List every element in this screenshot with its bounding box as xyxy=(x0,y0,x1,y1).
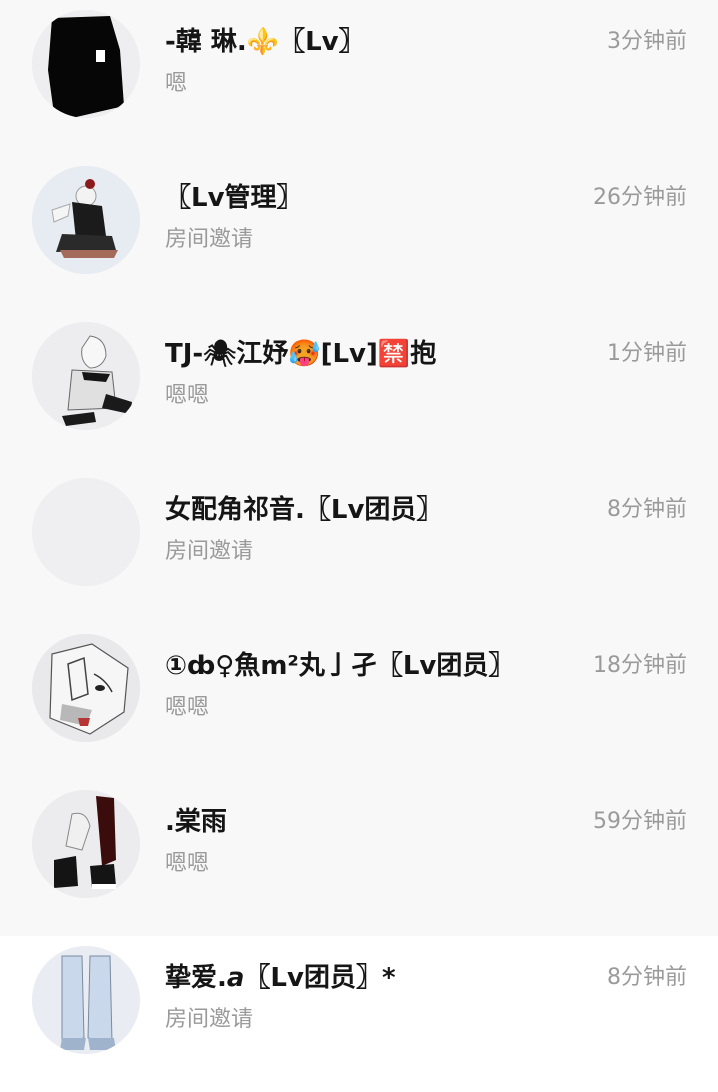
avatar[interactable] xyxy=(32,322,140,430)
last-message: 嗯嗯 xyxy=(165,851,210,876)
avatar[interactable] xyxy=(32,10,140,118)
avatar-image xyxy=(32,790,140,898)
contact-name: -韓 琳.⚜️〖Lv〗 xyxy=(165,27,365,57)
last-message: 房间邀请 xyxy=(165,1007,254,1032)
avatar-image xyxy=(32,322,140,430)
avatar-image xyxy=(32,10,140,118)
avatar[interactable] xyxy=(32,634,140,742)
avatar[interactable] xyxy=(32,790,140,898)
timestamp: 26分钟前 xyxy=(593,185,687,210)
contact-name: ①ȸ♀魚m²丸亅孑〖Lv团员〗 xyxy=(165,651,515,681)
avatar-image xyxy=(32,634,140,742)
conversation-item[interactable]: 女配角祁音.〖Lv团员〗 8分钟前 房间邀请 xyxy=(0,468,718,624)
timestamp: 3分钟前 xyxy=(607,29,687,54)
last-message: 嗯嗯 xyxy=(165,383,210,408)
conversation-item[interactable]: 〖Lv管理〗 26分钟前 房间邀请 xyxy=(0,156,718,312)
contact-name: 〖Lv管理〗 xyxy=(165,183,303,213)
last-message: 房间邀请 xyxy=(165,539,254,564)
contact-name: 女配角祁音.〖Lv团员〗 xyxy=(165,495,443,525)
last-message: 房间邀请 xyxy=(165,227,254,252)
conversation-list: -韓 琳.⚜️〖Lv〗 3分钟前 嗯 〖Lv管理〗 26分钟前 房间邀请 TJ-… xyxy=(0,0,718,1092)
contact-name: .棠雨 xyxy=(165,807,227,837)
contact-name: 挚爱.𝙖〖Lv团员〗* xyxy=(165,963,396,993)
contact-name: TJ-🕷江妤🥵[Lv]🈲抱 xyxy=(165,339,437,369)
conversation-item[interactable]: -韓 琳.⚜️〖Lv〗 3分钟前 嗯 xyxy=(0,0,718,156)
avatar[interactable] xyxy=(32,946,140,1054)
timestamp: 8分钟前 xyxy=(607,497,687,522)
avatar[interactable] xyxy=(32,166,140,274)
conversation-item[interactable]: .棠雨 59分钟前 嗯嗯 xyxy=(0,780,718,936)
timestamp: 1分钟前 xyxy=(607,341,687,366)
avatar-image xyxy=(32,166,140,274)
timestamp: 8分钟前 xyxy=(607,965,687,990)
avatar-image xyxy=(32,946,140,1054)
avatar[interactable] xyxy=(32,478,140,586)
avatar-image xyxy=(32,478,140,586)
conversation-item[interactable]: TJ-🕷江妤🥵[Lv]🈲抱 1分钟前 嗯嗯 xyxy=(0,312,718,468)
conversation-item[interactable]: ①ȸ♀魚m²丸亅孑〖Lv团员〗 18分钟前 嗯嗯 xyxy=(0,624,718,780)
timestamp: 59分钟前 xyxy=(593,809,687,834)
last-message: 嗯嗯 xyxy=(165,695,210,720)
last-message: 嗯 xyxy=(165,71,188,96)
timestamp: 18分钟前 xyxy=(593,653,687,678)
conversation-item[interactable]: 挚爱.𝙖〖Lv团员〗* 8分钟前 房间邀请 xyxy=(0,936,718,1092)
